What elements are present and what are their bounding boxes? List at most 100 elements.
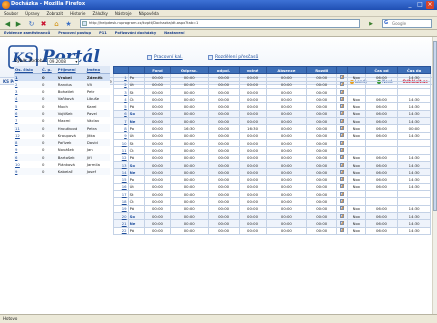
home-icon[interactable]: ⌂ — [52, 19, 61, 28]
employee-row[interactable]: 5 0 Moch Karel — [14, 102, 110, 109]
edit-icon[interactable] — [340, 177, 345, 182]
edit-cell[interactable] — [336, 146, 348, 155]
day-number-link[interactable]: 6 — [113, 109, 129, 119]
edit-icon[interactable] — [340, 96, 345, 101]
edit-icon[interactable] — [340, 89, 345, 94]
day-number-link[interactable]: 18 — [113, 197, 129, 206]
bookmark-item[interactable]: Pracovní postup — [58, 31, 91, 35]
go-icon[interactable]: ▶ — [364, 19, 378, 28]
back-icon[interactable]: ◀ — [3, 19, 12, 28]
day-number-link[interactable]: 3 — [113, 87, 129, 97]
day-number-link[interactable]: 10 — [113, 138, 129, 148]
employee-cell[interactable]: 9 — [14, 168, 41, 176]
day-number-link[interactable]: 22 — [113, 226, 129, 235]
edit-cell[interactable] — [336, 182, 348, 192]
edit-cell[interactable] — [336, 87, 348, 97]
employee-row[interactable]: 10 0 Plánková Jarmila — [14, 161, 110, 168]
day-number-link[interactable]: 5 — [113, 102, 129, 111]
employee-column-header[interactable]: Os. číslo — [14, 66, 41, 74]
edit-cell[interactable] — [336, 138, 348, 148]
edit-icon[interactable] — [340, 191, 345, 196]
scrollbar-thumb[interactable] — [433, 41, 437, 211]
day-number-link[interactable]: 8 — [113, 124, 129, 133]
day-number-link[interactable]: 2 — [113, 80, 129, 89]
employee-row[interactable]: 4 0 Vaňková Libuše — [14, 95, 110, 103]
vertical-scrollbar[interactable] — [432, 37, 437, 314]
edit-icon[interactable] — [340, 74, 345, 79]
overtime-link[interactable]: Rozdělení přesčasů — [208, 55, 258, 60]
employee-cell[interactable]: 4 — [14, 95, 41, 103]
employee-cell[interactable]: 8 — [14, 138, 41, 147]
edit-icon[interactable] — [340, 213, 345, 218]
employee-cell[interactable]: 6 — [14, 153, 41, 161]
edit-cell[interactable] — [336, 95, 348, 104]
stop-icon[interactable]: ✖ — [39, 19, 48, 28]
day-number-link[interactable]: 14 — [113, 168, 129, 177]
edit-icon[interactable] — [340, 198, 345, 203]
day-number-link[interactable]: 19 — [113, 204, 129, 213]
edit-icon[interactable] — [340, 206, 345, 211]
edit-icon[interactable] — [340, 126, 345, 131]
edit-cell[interactable] — [336, 73, 348, 82]
bookmark-item[interactable]: Evidence zaměstnanců — [4, 31, 50, 35]
menu-item[interactable]: Záložky — [93, 11, 108, 16]
day-number-link[interactable]: 4 — [113, 95, 129, 104]
employee-cell[interactable]: 10 — [14, 161, 41, 168]
bookmark-item[interactable]: Pořizování docházky — [115, 31, 156, 35]
employee-row[interactable]: 9 0 Novášek Jan — [14, 146, 110, 153]
edit-cell[interactable] — [336, 80, 348, 89]
employee-cell[interactable]: 1 — [14, 73, 41, 81]
employee-row[interactable]: 9 0 Kabelač Josef — [14, 168, 110, 176]
day-number-link[interactable]: 15 — [113, 175, 129, 184]
edit-icon[interactable] — [340, 169, 345, 174]
employee-row[interactable]: 6 0 Vojtíšek Pavel — [14, 109, 110, 118]
close-button[interactable]: × — [426, 1, 434, 9]
day-number-link[interactable]: 17 — [113, 190, 129, 199]
edit-icon[interactable] — [340, 147, 345, 152]
employee-cell[interactable]: 5 — [14, 102, 41, 109]
edit-icon[interactable] — [340, 228, 345, 233]
day-number-link[interactable]: 20 — [113, 211, 129, 221]
minimize-button[interactable]: _ — [406, 1, 414, 9]
edit-icon[interactable] — [340, 104, 345, 109]
day-number-link[interactable]: 16 — [113, 182, 129, 192]
menu-item[interactable]: Zobrazit — [46, 11, 63, 16]
edit-icon[interactable] — [340, 133, 345, 138]
edit-cell[interactable] — [336, 160, 348, 170]
employee-row[interactable]: 8 0 Pařízek David — [14, 138, 110, 147]
edit-cell[interactable] — [336, 211, 348, 221]
employee-cell[interactable]: 9 — [14, 146, 41, 153]
maximize-button[interactable]: □ — [416, 1, 424, 9]
edit-cell[interactable] — [336, 190, 348, 199]
edit-cell[interactable] — [336, 102, 348, 111]
menu-item[interactable]: Nástroje — [115, 11, 132, 16]
edit-cell[interactable] — [336, 197, 348, 206]
edit-icon[interactable] — [340, 111, 345, 116]
employee-column-header[interactable]: Jméno — [85, 66, 110, 74]
day-number-link[interactable]: 11 — [113, 146, 129, 155]
employee-cell[interactable]: 3 — [14, 88, 41, 95]
work-calendar-link[interactable]: Pracovní kal. — [147, 55, 183, 60]
edit-cell[interactable] — [336, 168, 348, 177]
bookmark-item[interactable]: Nastavení — [164, 31, 184, 35]
bookmark-icon[interactable]: ★ — [64, 19, 73, 28]
edit-cell[interactable] — [336, 117, 348, 126]
day-number-link[interactable]: 12 — [113, 153, 129, 162]
employee-row[interactable]: 2 0 Randus Vít — [14, 80, 110, 88]
url-bar[interactable]: http://helpdesk.ruprogram.cz/kvptt/Docha… — [80, 19, 360, 28]
employee-cell[interactable]: 7 — [14, 117, 41, 124]
edit-cell[interactable] — [336, 219, 348, 228]
day-number-link[interactable]: 13 — [113, 160, 129, 170]
day-number-link[interactable]: 7 — [113, 117, 129, 126]
bookmark-item[interactable]: P11 — [99, 31, 107, 35]
edit-icon[interactable] — [340, 155, 345, 160]
edit-cell[interactable] — [336, 131, 348, 140]
edit-cell[interactable] — [336, 109, 348, 119]
employee-row[interactable]: 12 0 Kroupová Jitka — [14, 132, 110, 139]
employee-row[interactable]: 7 0 Maxmi Václav — [14, 117, 110, 124]
reload-icon[interactable]: ↻ — [27, 19, 36, 28]
employee-row[interactable]: 6 0 Bartošek Jiří — [14, 153, 110, 161]
employee-cell[interactable]: 11 — [14, 124, 41, 132]
edit-cell[interactable] — [336, 204, 348, 213]
day-number-link[interactable]: 9 — [113, 131, 129, 140]
